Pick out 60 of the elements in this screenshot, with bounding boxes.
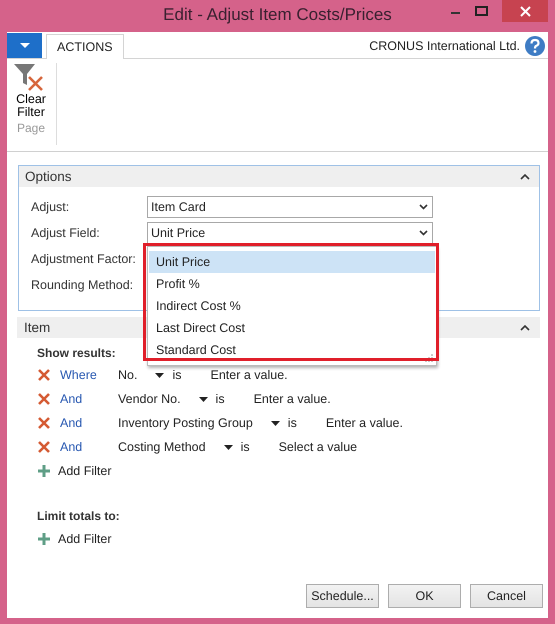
resize-grip-icon[interactable] bbox=[425, 354, 433, 362]
plus-icon bbox=[38, 533, 50, 545]
dialog-button[interactable]: OK bbox=[388, 584, 461, 608]
caret-icon[interactable] bbox=[155, 372, 164, 378]
company-name: CRONUS International Ltd. bbox=[369, 38, 520, 52]
conjunction-link[interactable]: And bbox=[60, 392, 118, 406]
remove-icon[interactable] bbox=[38, 393, 50, 405]
operator-text: is bbox=[216, 392, 225, 406]
dropdown-option[interactable]: Standard Cost bbox=[149, 339, 435, 361]
conjunction-link[interactable]: And bbox=[60, 416, 118, 430]
dropdown-option[interactable]: Last Direct Cost bbox=[149, 317, 435, 339]
close-button[interactable] bbox=[502, 0, 548, 22]
remove-icon[interactable] bbox=[38, 441, 50, 453]
conjunction-link[interactable]: Where bbox=[60, 368, 118, 382]
dialog-button[interactable]: Schedule... bbox=[306, 584, 379, 608]
section-header[interactable]: Options bbox=[19, 166, 539, 187]
operator-text: is bbox=[288, 416, 297, 430]
filter-field[interactable]: Costing Method bbox=[118, 440, 206, 454]
plus-icon bbox=[38, 465, 50, 477]
remove-icon[interactable] bbox=[38, 417, 50, 429]
field-label: Adjust: bbox=[31, 200, 70, 214]
field-label: Adjust Field: bbox=[31, 226, 101, 240]
close-icon bbox=[520, 6, 530, 16]
value-field[interactable]: Enter a value. bbox=[210, 368, 288, 382]
add-filter-button[interactable]: Add Filter bbox=[38, 527, 112, 551]
caret-icon[interactable] bbox=[198, 396, 208, 402]
value-field[interactable]: Enter a value. bbox=[254, 392, 331, 406]
conjunction-link[interactable]: And bbox=[60, 440, 118, 454]
field-label: Rounding Method: bbox=[31, 278, 134, 292]
caret-icon[interactable] bbox=[270, 420, 280, 426]
chevron-icon bbox=[419, 204, 428, 210]
dropdown-option[interactable]: Indirect Cost % bbox=[149, 295, 435, 317]
filter-field[interactable]: Vendor No. bbox=[118, 392, 181, 406]
menu-button[interactable] bbox=[7, 33, 42, 58]
group-label: Page bbox=[16, 121, 46, 135]
section-label: Limit totals to: bbox=[37, 508, 120, 525]
dropdown-field[interactable]: Item Card bbox=[147, 196, 433, 218]
chevron-icon bbox=[419, 230, 428, 236]
dropdown-field[interactable]: Unit Price bbox=[147, 222, 433, 244]
clear-filter-button[interactable]: Clear Filter bbox=[13, 63, 49, 119]
operator-text: is bbox=[240, 440, 250, 454]
filter-field[interactable]: No. bbox=[118, 368, 138, 382]
dropdown-option[interactable]: Unit Price bbox=[149, 251, 435, 273]
ribbon-tab[interactable]: ACTIONS bbox=[46, 34, 124, 59]
maximize-icon[interactable] bbox=[474, 6, 488, 16]
help-icon[interactable] bbox=[525, 36, 545, 56]
add-filter-button[interactable]: Add Filter bbox=[38, 459, 112, 483]
dialog-button[interactable]: Cancel bbox=[470, 584, 543, 608]
caret-icon[interactable] bbox=[224, 444, 233, 450]
caret-icon bbox=[20, 43, 30, 48]
section-label: Show results: bbox=[37, 346, 116, 362]
operator-text: is bbox=[172, 368, 182, 382]
value-field[interactable]: Enter a value. bbox=[326, 416, 403, 430]
field-label: Adjustment Factor: bbox=[31, 252, 137, 266]
filter-field[interactable]: Inventory Posting Group bbox=[118, 416, 253, 430]
value-field[interactable]: Select a value bbox=[278, 440, 358, 454]
dropdown-option[interactable]: Profit % bbox=[149, 273, 435, 295]
clear-filter-icon bbox=[13, 63, 43, 91]
remove-icon[interactable] bbox=[38, 369, 50, 381]
window-title: Edit - Adjust Item Costs/Prices bbox=[163, 5, 392, 25]
